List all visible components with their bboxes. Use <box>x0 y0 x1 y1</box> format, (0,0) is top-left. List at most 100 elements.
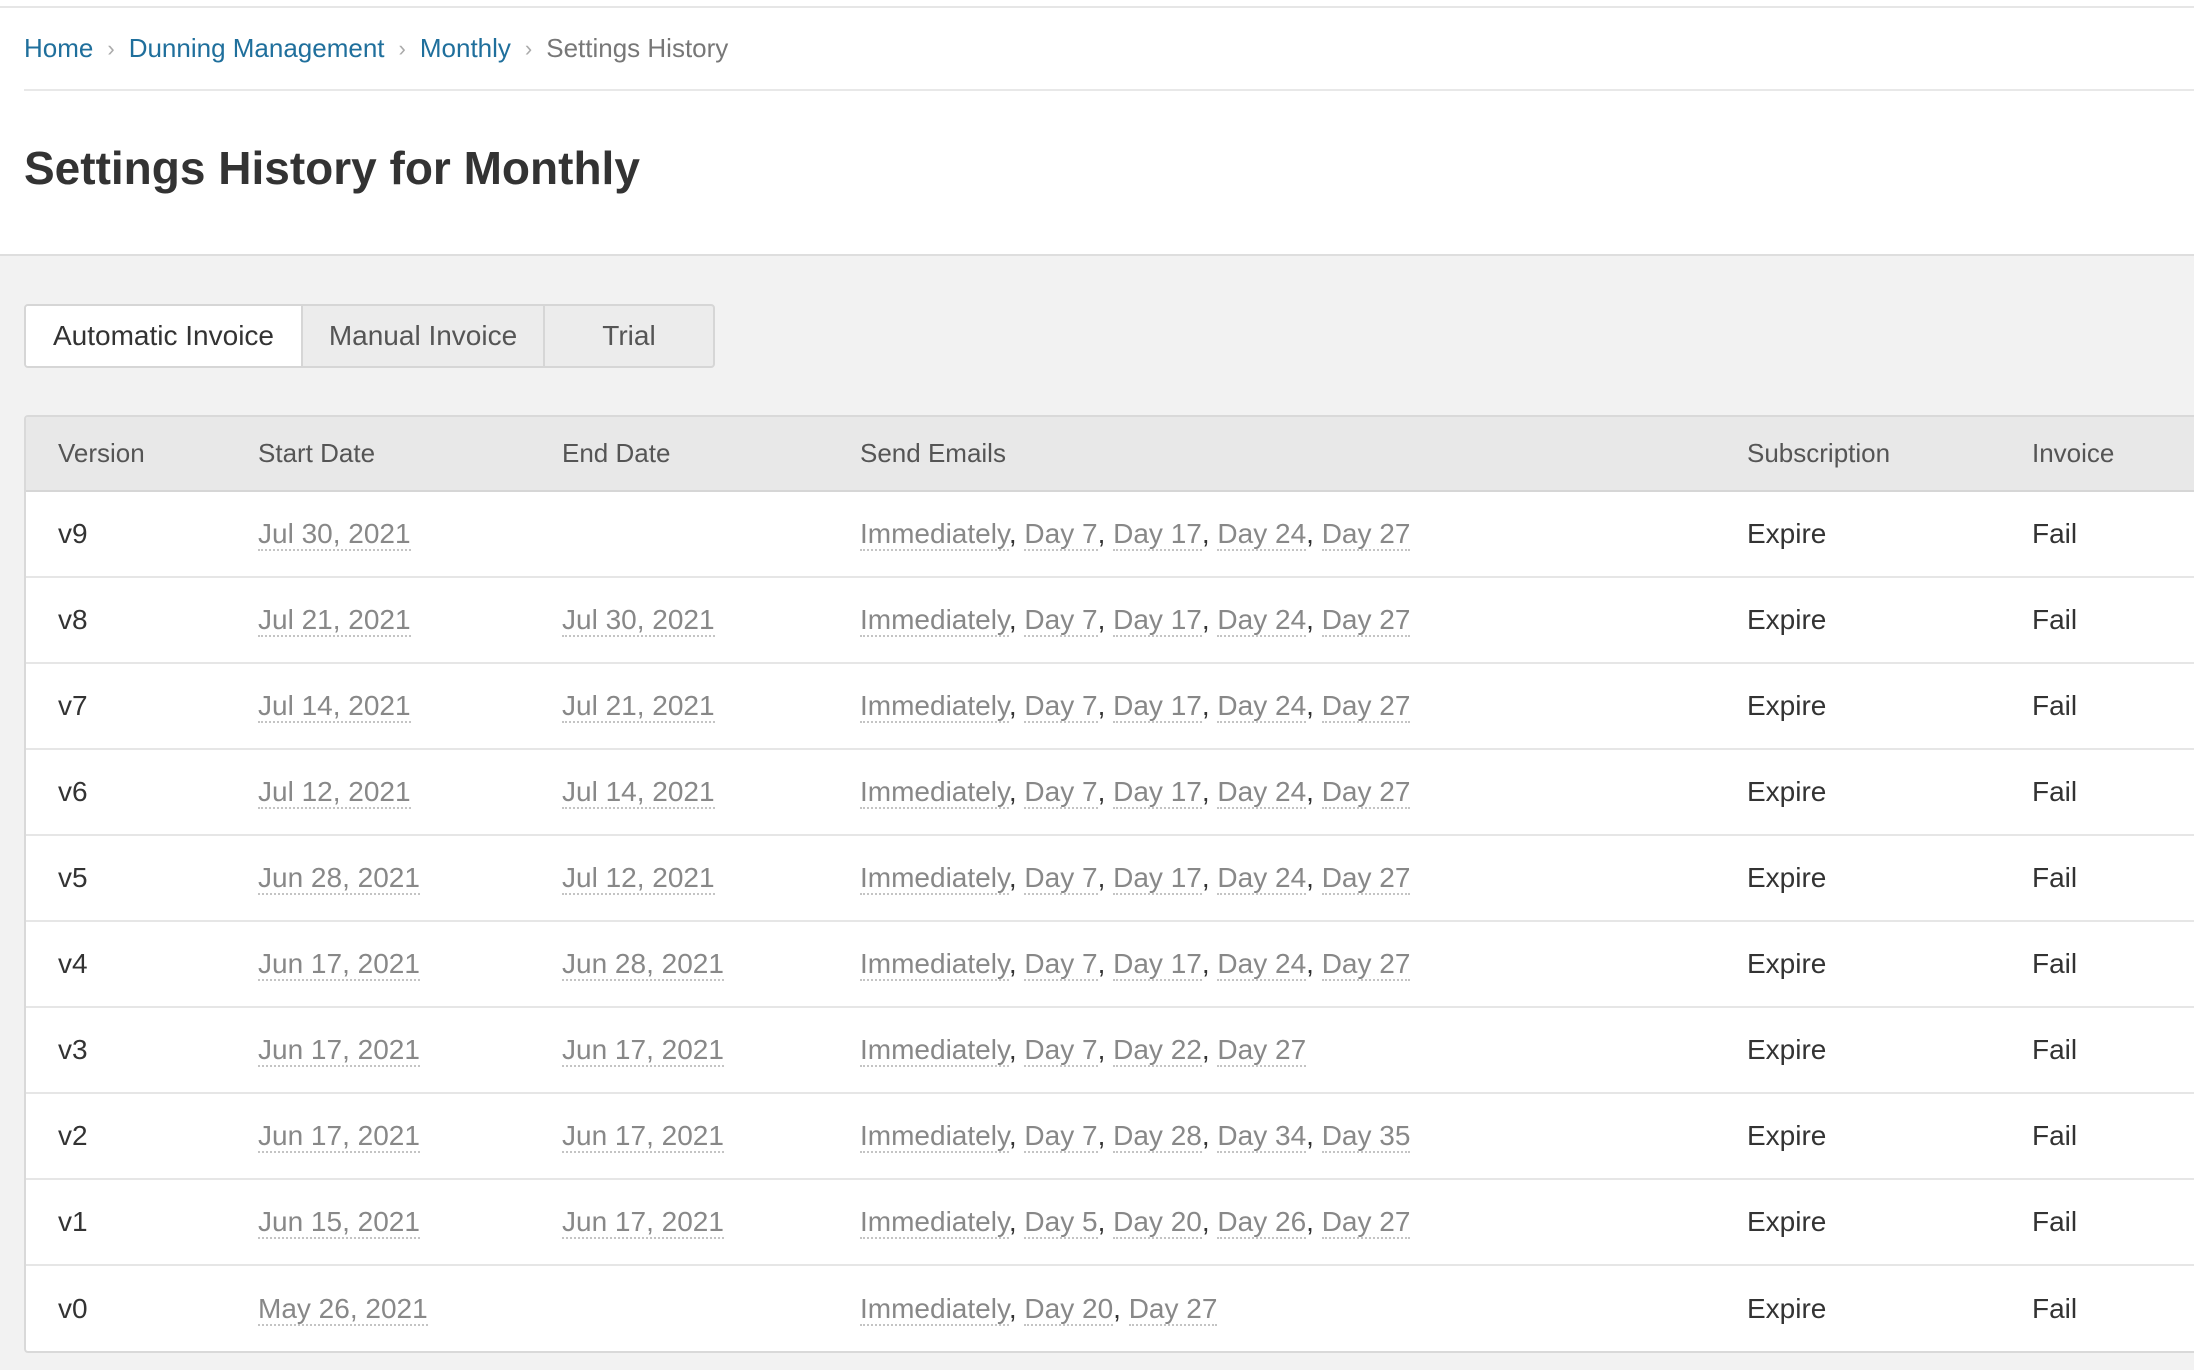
end-date[interactable]: Jul 30, 2021 <box>562 604 715 637</box>
end-date[interactable]: Jul 12, 2021 <box>562 862 715 895</box>
version-cell: v8 <box>58 604 88 635</box>
email-schedule-item[interactable]: Day 5 <box>1024 1206 1098 1239</box>
email-schedule-item[interactable]: Day 27 <box>1321 776 1411 809</box>
email-schedule-item[interactable]: Immediately <box>860 1120 1009 1153</box>
email-schedule-item[interactable]: Immediately <box>860 1206 1009 1239</box>
send-emails-cell: Immediately, Day 7, Day 17, Day 24, Day … <box>828 835 1715 921</box>
email-schedule-item[interactable]: Immediately <box>860 604 1009 637</box>
email-schedule-item[interactable]: Day 27 <box>1321 604 1411 637</box>
email-schedule-item[interactable]: Day 20 <box>1113 1206 1202 1239</box>
start-date[interactable]: Jul 21, 2021 <box>258 604 411 637</box>
start-date[interactable]: Jun 17, 2021 <box>258 1034 420 1067</box>
subscription-cell: Expire <box>1747 776 1827 807</box>
email-schedule-item[interactable]: Day 7 <box>1024 1034 1098 1067</box>
email-schedule-item[interactable]: Immediately <box>860 1034 1009 1067</box>
email-schedule-item[interactable]: Immediately <box>860 690 1009 723</box>
table-row: v8 Jul 21, 2021 Jul 30, 2021 Immediately, D… <box>26 577 2194 663</box>
email-schedule-item[interactable]: Immediately <box>860 1292 1009 1326</box>
email-schedule-item[interactable]: Day 26 <box>1217 1206 1307 1239</box>
email-schedule-item[interactable]: Day 7 <box>1024 690 1098 723</box>
email-separator: , <box>1306 604 1322 635</box>
email-schedule-item[interactable]: Immediately <box>860 862 1009 895</box>
end-date-cell: Jun 17, 2021 <box>530 1093 828 1179</box>
start-date[interactable]: Jul 14, 2021 <box>258 690 411 723</box>
tab-trial[interactable]: Trial <box>545 306 713 366</box>
email-separator: , <box>1008 948 1025 979</box>
email-separator: , <box>1201 518 1218 549</box>
email-schedule-item[interactable]: Day 27 <box>1321 948 1411 981</box>
email-schedule-item[interactable]: Day 17 <box>1113 604 1202 637</box>
email-schedule-item[interactable]: Day 27 <box>1321 690 1411 723</box>
email-schedule-item[interactable]: Day 7 <box>1024 862 1098 895</box>
email-separator: , <box>1008 1292 1025 1324</box>
email-schedule-item[interactable]: Day 24 <box>1217 690 1307 723</box>
email-schedule-item[interactable]: Day 35 <box>1321 1120 1411 1153</box>
start-date-cell: Jun 28, 2021 <box>226 835 530 921</box>
page-header: Home › Dunning Management › Monthly › Se… <box>0 8 2194 256</box>
email-separator: , <box>1097 948 1114 979</box>
tab-automatic-invoice[interactable]: Automatic Invoice <box>26 306 303 366</box>
email-schedule-item[interactable]: Day 24 <box>1217 862 1307 895</box>
tab-manual-invoice[interactable]: Manual Invoice <box>303 306 545 366</box>
email-schedule-item[interactable]: Day 20 <box>1024 1292 1114 1326</box>
email-schedule-item[interactable]: Day 24 <box>1217 948 1307 981</box>
email-schedule-item[interactable]: Day 17 <box>1113 776 1202 809</box>
invoice-cell: Fail <box>2032 948 2078 979</box>
subscription-cell: Expire <box>1747 948 1827 979</box>
email-separator: , <box>1306 948 1322 979</box>
email-separator: , <box>1201 1206 1218 1237</box>
start-date-cell: Jul 30, 2021 <box>226 491 530 577</box>
start-date-cell: Jul 14, 2021 <box>226 663 530 749</box>
version-cell: v4 <box>58 948 88 979</box>
email-schedule-item[interactable]: Immediately <box>860 776 1009 809</box>
end-date-cell <box>530 491 828 577</box>
table-row: v1 Jun 15, 2021 Jun 17, 2021 Immediately, D… <box>26 1179 2194 1265</box>
start-date[interactable]: Jun 17, 2021 <box>258 948 420 981</box>
end-date[interactable]: Jun 17, 2021 <box>562 1206 724 1239</box>
breadcrumb-dunning-management[interactable]: Dunning Management <box>129 33 385 64</box>
start-date[interactable]: Jul 30, 2021 <box>258 518 411 551</box>
email-schedule-item[interactable]: Day 7 <box>1024 776 1098 809</box>
email-separator: , <box>1201 604 1218 635</box>
start-date[interactable]: Jun 15, 2021 <box>258 1206 420 1239</box>
end-date[interactable]: Jun 28, 2021 <box>562 948 724 981</box>
end-date[interactable]: Jul 21, 2021 <box>562 690 715 723</box>
breadcrumb-monthly[interactable]: Monthly <box>420 33 511 64</box>
email-schedule-item[interactable]: Day 7 <box>1024 948 1098 981</box>
email-schedule-item[interactable]: Day 27 <box>1321 518 1411 551</box>
email-schedule-item[interactable]: Day 27 <box>1128 1292 1218 1326</box>
email-schedule-item[interactable]: Day 22 <box>1113 1034 1202 1067</box>
email-schedule-item[interactable]: Day 17 <box>1113 690 1202 723</box>
email-schedule-item[interactable]: Day 28 <box>1113 1120 1202 1153</box>
email-schedule-item[interactable]: Day 7 <box>1024 518 1098 551</box>
start-date[interactable]: Jul 12, 2021 <box>258 776 411 809</box>
email-schedule-item[interactable]: Day 17 <box>1113 862 1202 895</box>
email-schedule-item[interactable]: Day 24 <box>1217 604 1307 637</box>
email-schedule-item[interactable]: Day 24 <box>1217 518 1307 551</box>
email-separator: , <box>1201 690 1218 721</box>
start-date[interactable]: Jun 17, 2021 <box>258 1120 420 1153</box>
email-schedule-item[interactable]: Day 24 <box>1217 776 1307 809</box>
email-schedule-item[interactable]: Day 7 <box>1024 604 1098 637</box>
end-date[interactable]: Jul 14, 2021 <box>562 776 715 809</box>
email-schedule-item[interactable]: Immediately <box>860 518 1009 551</box>
email-schedule-item[interactable]: Immediately <box>860 948 1009 981</box>
end-date[interactable]: Jun 17, 2021 <box>562 1120 724 1153</box>
version-cell: v3 <box>58 1034 88 1065</box>
email-schedule-item[interactable]: Day 17 <box>1113 518 1202 551</box>
subscription-cell: Expire <box>1747 862 1827 893</box>
start-date[interactable]: Jun 28, 2021 <box>258 862 420 895</box>
email-schedule-item[interactable]: Day 17 <box>1113 948 1202 981</box>
settings-history-table: Version Start Date End Date Send Emails … <box>24 415 2194 1353</box>
breadcrumb-home[interactable]: Home <box>24 33 93 64</box>
email-schedule-item[interactable]: Day 27 <box>1321 862 1411 895</box>
start-date[interactable]: May 26, 2021 <box>258 1292 428 1326</box>
end-date[interactable]: Jun 17, 2021 <box>562 1034 724 1067</box>
email-schedule-item[interactable]: Day 7 <box>1024 1120 1098 1153</box>
email-schedule-item[interactable]: Day 27 <box>1217 1034 1307 1067</box>
email-schedule-item[interactable]: Day 27 <box>1321 1206 1411 1239</box>
column-header-invoice: Invoice <box>2000 417 2194 492</box>
table-row: v9 Jul 30, 2021 Immediately, Day 7, Day 17… <box>26 491 2194 577</box>
email-schedule-item[interactable]: Day 34 <box>1217 1120 1307 1153</box>
email-separator: , <box>1201 948 1218 979</box>
